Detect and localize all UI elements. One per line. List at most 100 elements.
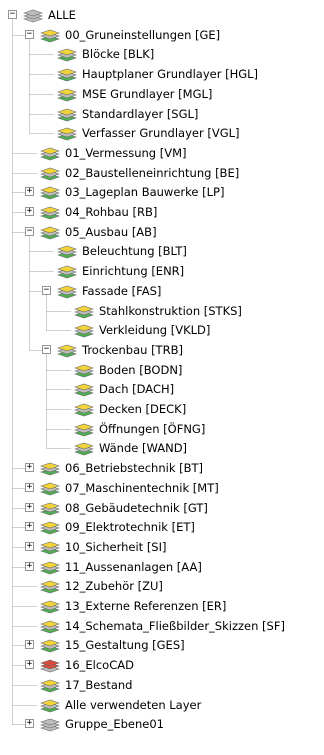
tree-node[interactable]: Verfasser Grundlayer [VGL] [0, 123, 324, 143]
tree-node[interactable]: +10_Sicherheit [SI] [0, 537, 324, 557]
layer-group-icon [39, 677, 61, 693]
tree-node[interactable]: − 00_Gruneinstellungen [GE] [0, 25, 324, 45]
tree-node[interactable]: +11_Aussenanlagen [AA] [0, 557, 324, 577]
expand-toggle-icon[interactable]: + [25, 660, 34, 670]
tree-node[interactable]: +04_Rohbau [RB] [0, 202, 324, 222]
layer-group-red-icon [39, 657, 61, 673]
tree-node[interactable]: Decken [DECK] [0, 399, 324, 419]
tree-node[interactable]: +16_ElcoCAD [0, 655, 324, 675]
layer-group-icon [39, 559, 61, 575]
layer-group-icon [39, 598, 61, 614]
tree-node[interactable]: 13_Externe Referenzen [ER] [0, 596, 324, 616]
tree-node-label: Alle verwendeten Layer [65, 697, 202, 712]
tree-node[interactable]: − Fassade [FAS] [0, 281, 324, 301]
tree-node[interactable]: − 05_Ausbau [AB] [0, 222, 324, 242]
layer-group-icon [56, 125, 78, 141]
tree-node-label: ALLE [48, 8, 76, 22]
tree-node[interactable]: MSE Grundlayer [MGL] [0, 84, 324, 104]
collapse-toggle-icon[interactable]: − [42, 285, 51, 295]
tree-node-label: 16_ElcoCAD [65, 658, 134, 673]
tree-node[interactable]: +15_Gestaltung [GES] [0, 635, 324, 655]
tree-node-label: Öffnungen [ÖFNG] [99, 421, 206, 436]
tree-node[interactable]: Dach [DACH] [0, 379, 324, 399]
layer-group-icon [73, 303, 95, 319]
layers-stack-icon [39, 716, 61, 732]
tree-node-label: 08_Gebäudetechnik [GT] [65, 500, 208, 515]
layer-group-icon [56, 46, 78, 62]
tree-node[interactable]: 02_Baustelleneinrichtung [BE] [0, 163, 324, 183]
tree-node[interactable]: Verkleidung [VKLD] [0, 320, 324, 340]
tree-node[interactable]: +09_Elektrotechnik [ET] [0, 517, 324, 537]
tree-node-label: Verkleidung [VKLD] [99, 323, 211, 338]
layer-group-icon [39, 460, 61, 476]
tree-root-node[interactable]: − ALLE [0, 5, 324, 25]
layer-group-icon [39, 145, 61, 161]
collapse-toggle-icon[interactable]: − [25, 226, 34, 236]
tree-node[interactable]: Standardlayer [SGL] [0, 104, 324, 124]
layer-group-icon [39, 165, 61, 181]
tree-node[interactable]: 12_Zubehör [ZU] [0, 576, 324, 596]
tree-node-label: 04_Rohbau [RB] [65, 205, 158, 219]
tree-node[interactable]: +08_Gebäudetechnik [GT] [0, 498, 324, 518]
expand-toggle-icon[interactable]: + [25, 541, 34, 551]
tree-node[interactable]: Wände [WAND] [0, 438, 324, 458]
tree-node-label: 05_Ausbau [AB] [65, 224, 157, 239]
tree-node-label: Standardlayer [SGL] [82, 106, 199, 121]
layer-group-icon [39, 697, 61, 713]
collapse-toggle-icon[interactable]: − [25, 29, 34, 39]
tree-node-label: Einrichtung [ENR] [82, 264, 185, 279]
tree-node[interactable]: Hauptplaner Grundlayer [HGL] [0, 64, 324, 84]
tree-node[interactable]: +03_Lageplan Bauwerke [LP] [0, 182, 324, 202]
tree-node-label: Fassade [FAS] [82, 283, 162, 298]
tree-node-label: 14_Schemata_Fließbilder_Skizzen [SF] [65, 618, 285, 633]
expand-toggle-icon[interactable]: + [25, 719, 34, 729]
tree-node[interactable]: − Trockenbau [TRB] [0, 340, 324, 360]
tree-node[interactable]: Alle verwendeten Layer [0, 695, 324, 715]
layer-group-icon [39, 539, 61, 555]
tree-node-label: Blöcke [BLK] [82, 47, 155, 62]
tree-node[interactable]: 01_Vermessung [VM] [0, 143, 324, 163]
layer-group-icon [39, 637, 61, 653]
expand-toggle-icon[interactable]: + [25, 187, 34, 197]
layer-group-icon [39, 618, 61, 634]
layer-group-icon [56, 66, 78, 82]
tree-node[interactable]: Beleuchtung [BLT] [0, 241, 324, 261]
layer-group-icon [39, 500, 61, 516]
expand-toggle-icon[interactable]: + [25, 640, 34, 650]
tree-node-label: Dach [DACH] [99, 382, 175, 397]
expand-toggle-icon[interactable]: + [25, 522, 34, 532]
tree-node[interactable]: Öffnungen [ÖFNG] [0, 419, 324, 439]
tree-node-label: Gruppe_Ebene01 [65, 717, 164, 732]
collapse-toggle-icon[interactable]: − [42, 344, 51, 354]
expand-toggle-icon[interactable]: + [25, 482, 34, 492]
tree-node[interactable]: 17_Bestand [0, 675, 324, 695]
tree-node[interactable]: Boden [BODN] [0, 360, 324, 380]
expand-toggle-icon[interactable]: + [25, 502, 34, 512]
tree-node[interactable]: +06_Betriebstechnik [BT] [0, 458, 324, 478]
tree-node-label: 00_Gruneinstellungen [GE] [65, 27, 221, 42]
expand-toggle-icon[interactable]: + [25, 463, 34, 473]
tree-node[interactable]: + Gruppe_Ebene01 [0, 714, 324, 734]
layer-group-icon [39, 224, 61, 240]
expand-toggle-icon[interactable]: + [25, 561, 34, 571]
layer-group-icon [39, 184, 61, 200]
collapse-toggle-icon[interactable]: − [8, 10, 17, 19]
tree-node-label: 01_Vermessung [VM] [65, 145, 187, 160]
tree-node-label: Beleuchtung [BLT] [82, 244, 187, 259]
layer-group-icon [39, 519, 61, 535]
tree-node-label: 13_Externe Referenzen [ER] [65, 599, 227, 613]
tree-node[interactable]: Einrichtung [ENR] [0, 261, 324, 281]
tree-node[interactable]: Blöcke [BLK] [0, 44, 324, 64]
layer-group-icon [56, 283, 78, 299]
tree-node-label: Boden [BODN] [99, 362, 183, 377]
tree-node-label: 09_Elektrotechnik [ET] [65, 520, 195, 535]
layer-group-icon [56, 86, 78, 102]
tree-node[interactable]: Stahlkonstruktion [STKS] [0, 301, 324, 321]
tree-node[interactable]: 14_Schemata_Fließbilder_Skizzen [SF] [0, 616, 324, 636]
layer-group-icon [73, 381, 95, 397]
layer-group-icon [56, 342, 78, 358]
layer-group-icon [56, 243, 78, 259]
layer-group-icon [73, 322, 95, 338]
expand-toggle-icon[interactable]: + [25, 207, 34, 216]
tree-node[interactable]: +07_Maschinentechnik [MT] [0, 478, 324, 498]
